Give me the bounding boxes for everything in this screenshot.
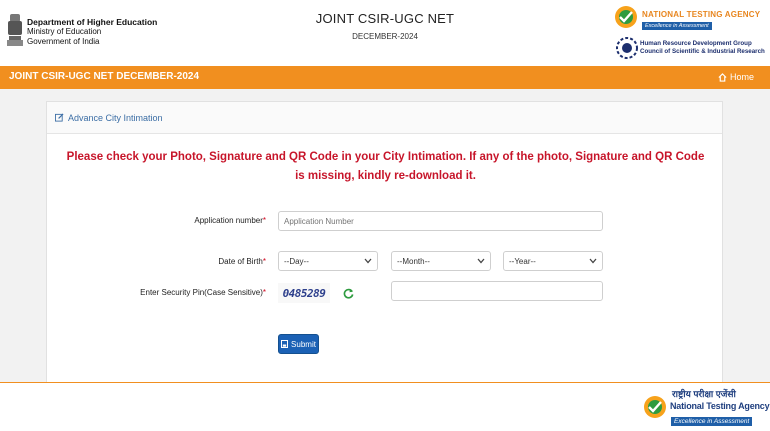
required-mark: * (262, 216, 266, 225)
save-icon (281, 340, 289, 348)
dob-label-text: Date of Birth (218, 257, 263, 266)
security-pin-label: Enter Security Pin(Case Sensitive)* (110, 288, 266, 297)
application-number-label-text: Application number (194, 216, 263, 225)
dob-day-value: --Day-- (284, 256, 309, 266)
captcha-image: 0485289 (278, 283, 330, 303)
page-header: Department of Higher Education Ministry … (0, 0, 770, 66)
dob-month-value: --Month-- (397, 256, 430, 266)
chevron-down-icon (477, 258, 485, 264)
home-label: Home (729, 72, 754, 82)
dob-label: Date of Birth* (150, 257, 266, 266)
notice-text: Please check your Photo, Signature and Q… (66, 151, 705, 182)
application-number-input[interactable] (278, 211, 603, 231)
dob-day-select[interactable]: --Day-- (278, 251, 378, 271)
nta-footer-logo-icon (644, 396, 666, 418)
csir-logo-icon (616, 37, 638, 59)
submit-button[interactable]: Submit (278, 334, 319, 354)
nta-name: NATIONAL TESTING AGENCY (642, 10, 761, 19)
refresh-captcha-icon[interactable] (343, 288, 354, 299)
dob-year-value: --Year-- (509, 256, 536, 266)
csir-council: Council of Scientific & Industrial Resea… (640, 48, 765, 55)
navbar: JOINT CSIR-UGC NET DECEMBER-2024 Home (0, 66, 770, 89)
home-link[interactable]: Home (718, 72, 754, 82)
nta-tagline: Excellence in Assessment (642, 22, 712, 30)
submit-label: Submit (291, 339, 316, 349)
edit-icon (55, 113, 64, 122)
navbar-title: JOINT CSIR-UGC NET DECEMBER-2024 (9, 71, 200, 82)
application-number-label: Application number* (150, 216, 266, 225)
main-area: Advance City Intimation Please check you… (0, 89, 770, 386)
home-icon (718, 72, 727, 82)
footer-hindi-name: राष्ट्रीय परीक्षा एजेंसी (672, 389, 736, 399)
chevron-down-icon (589, 258, 597, 264)
dob-month-select[interactable]: --Month-- (391, 251, 491, 271)
footer-agency-name: National Testing Agency (670, 401, 770, 411)
security-pin-label-text: Enter Security Pin(Case Sensitive) (140, 288, 263, 297)
form-card: Advance City Intimation Please check you… (46, 101, 723, 386)
nta-logo-icon (615, 6, 637, 28)
security-pin-input[interactable] (391, 281, 603, 301)
csir-info: Human Resource Development Group Council… (640, 40, 765, 56)
card-title: Advance City Intimation (68, 112, 163, 123)
chevron-down-icon (364, 258, 372, 264)
dob-year-select[interactable]: --Year-- (503, 251, 603, 271)
required-mark: * (262, 288, 266, 297)
required-mark: * (262, 257, 266, 266)
card-header: Advance City Intimation (47, 102, 722, 134)
csir-group: Human Resource Development Group (640, 40, 752, 47)
footer-tagline: Excellence in Assessment (671, 417, 753, 426)
